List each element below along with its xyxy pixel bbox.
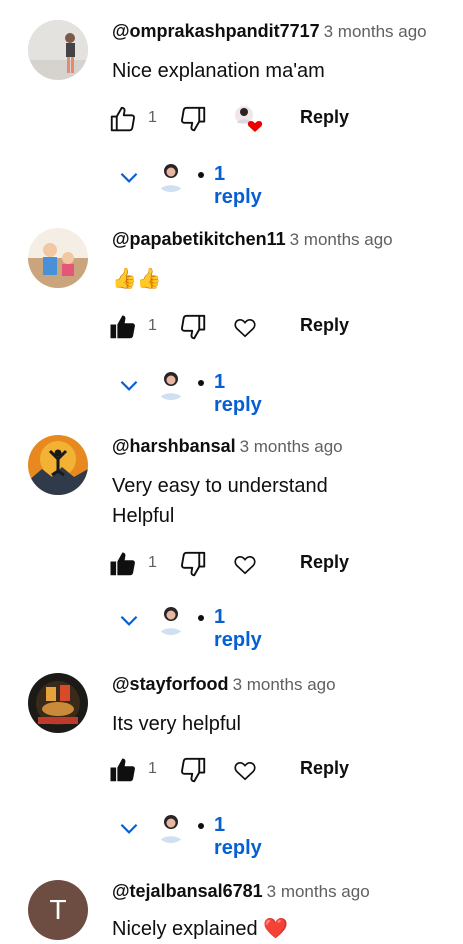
thumbs-up-icon xyxy=(110,106,135,132)
timestamp[interactable]: 3 months ago xyxy=(324,22,427,41)
comment-text: 👍👍 xyxy=(112,264,162,294)
like-count: 1 xyxy=(148,317,157,334)
comment-text-line: Very easy to understand xyxy=(112,475,328,497)
author-name[interactable]: @tejalbansal6781 xyxy=(112,881,263,901)
separator-dot xyxy=(198,380,204,386)
heart-outline-icon xyxy=(234,555,256,575)
dislike-button[interactable] xyxy=(178,753,208,787)
avatar[interactable] xyxy=(28,435,88,495)
timestamp[interactable]: 3 months ago xyxy=(290,230,393,249)
reply-author-avatar xyxy=(154,158,188,192)
chevron-down-icon xyxy=(120,823,138,834)
comment-text-line: Its very helpful xyxy=(112,713,241,735)
chevron-down-icon xyxy=(120,172,138,183)
thumbs-up-filled-icon xyxy=(110,758,135,782)
heart-button[interactable] xyxy=(232,310,258,344)
chevron-down-icon xyxy=(120,380,138,391)
replies-count[interactable]: 1 reply xyxy=(214,163,262,209)
replies-count[interactable]: 1 reply xyxy=(214,371,262,417)
dislike-button[interactable] xyxy=(178,310,208,344)
reply-button[interactable]: Reply xyxy=(300,107,349,128)
comment-text-line: Nicely explained ❤️ xyxy=(112,918,289,940)
heart-button[interactable] xyxy=(232,753,258,787)
like-count: 1 xyxy=(148,554,157,571)
timestamp[interactable]: 3 months ago xyxy=(240,437,343,456)
heart-outline-icon xyxy=(234,761,256,781)
author-line: @tejalbansal6781 3 months ago xyxy=(112,880,370,903)
like-count: 1 xyxy=(148,760,157,777)
comment-text: Its very helpful xyxy=(112,709,241,739)
comment-text: Very easy to understand Helpful xyxy=(112,471,328,531)
avatar[interactable] xyxy=(28,228,88,288)
creator-heart-badge xyxy=(232,102,266,136)
separator-dot xyxy=(198,615,204,621)
author-line: @harshbansal 3 months ago xyxy=(112,435,343,458)
author-name[interactable]: @stayforfood xyxy=(112,674,229,694)
chevron-down-icon xyxy=(120,615,138,626)
thumbs-up-filled-icon xyxy=(110,552,135,576)
reply-button[interactable]: Reply xyxy=(300,552,349,573)
avatar[interactable] xyxy=(28,20,88,80)
heart-button[interactable] xyxy=(232,547,258,581)
like-count: 1 xyxy=(148,109,157,126)
reply-button[interactable]: Reply xyxy=(300,315,349,336)
dislike-button[interactable] xyxy=(178,547,208,581)
comment-text-line: 👍👍 xyxy=(112,268,162,290)
reply-author-avatar xyxy=(154,601,188,635)
replies-count[interactable]: 1 reply xyxy=(214,814,262,860)
comment-text: Nicely explained ❤️ xyxy=(112,914,288,944)
thumbs-up-filled-icon xyxy=(110,315,135,339)
heart-outline-icon xyxy=(234,318,256,338)
reply-author-avatar xyxy=(154,366,188,400)
timestamp[interactable]: 3 months ago xyxy=(233,675,336,694)
author-name[interactable]: @omprakashpandit7717 xyxy=(112,21,320,41)
avatar[interactable] xyxy=(28,673,88,733)
avatar[interactable]: T xyxy=(28,880,88,940)
like-button[interactable] xyxy=(108,102,138,136)
avatar-letter: T xyxy=(49,894,67,925)
like-button[interactable] xyxy=(108,547,138,581)
reply-button[interactable]: Reply xyxy=(300,758,349,779)
author-line: @stayforfood 3 months ago xyxy=(112,673,336,696)
like-button[interactable] xyxy=(108,310,138,344)
creator-heart-icon xyxy=(235,106,263,132)
like-button[interactable] xyxy=(108,753,138,787)
author-line: @papabetikitchen11 3 months ago xyxy=(112,228,393,251)
author-line: @omprakashpandit7717 3 months ago xyxy=(112,20,427,43)
comment-text-line: Helpful xyxy=(112,505,175,527)
reply-author-avatar xyxy=(154,809,188,843)
author-name[interactable]: @harshbansal xyxy=(112,436,236,456)
thumbs-down-icon xyxy=(181,757,206,783)
dislike-button[interactable] xyxy=(178,102,208,136)
comment-text: Nice explanation ma'am xyxy=(112,56,325,86)
comment-text-line: Nice explanation ma'am xyxy=(112,60,325,82)
author-name[interactable]: @papabetikitchen11 xyxy=(112,229,286,249)
replies-count[interactable]: 1 reply xyxy=(214,606,262,652)
thumbs-down-icon xyxy=(181,551,206,577)
separator-dot xyxy=(198,823,204,829)
separator-dot xyxy=(198,172,204,178)
timestamp[interactable]: 3 months ago xyxy=(267,882,370,901)
thumbs-down-icon xyxy=(181,106,206,132)
thumbs-down-icon xyxy=(181,314,206,340)
